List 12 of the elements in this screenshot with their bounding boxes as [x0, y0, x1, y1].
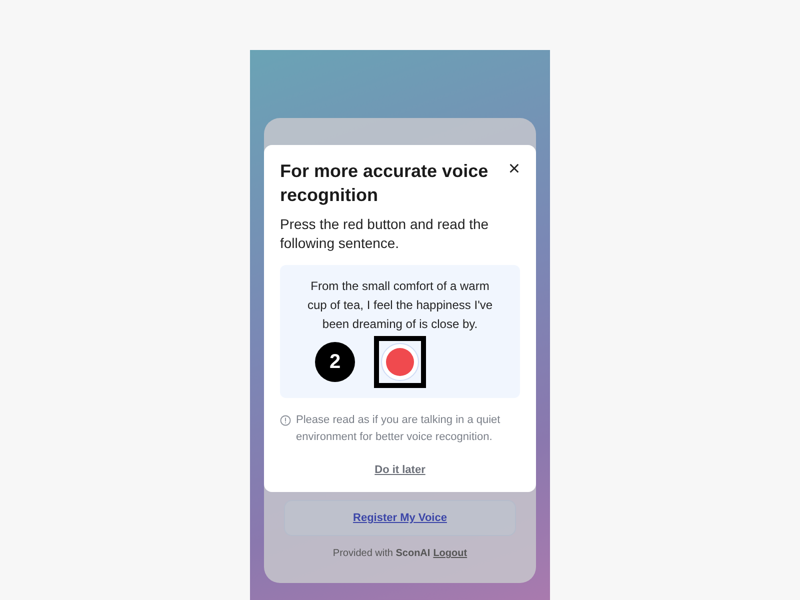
dialog-title: For more accurate voice recognition: [280, 160, 490, 207]
register-voice-button[interactable]: Register My Voice: [284, 500, 516, 536]
logout-link[interactable]: Logout: [433, 548, 468, 559]
close-button[interactable]: ×: [508, 159, 520, 179]
step-badge: 2: [315, 342, 355, 382]
provided-with-text: Provided with SconAI: [332, 548, 430, 559]
do-it-later-link[interactable]: Do it later: [374, 464, 426, 476]
info-icon: [280, 415, 291, 426]
sentence-text: From the small comfort of a warm cup of tea, I feel the happiness I've been dreaming of is close by.: [306, 278, 494, 333]
record-button[interactable]: [381, 343, 419, 381]
note-text: Please read as if you are talking in a quiet environment for better voice recognition.: [296, 413, 502, 445]
instruction-text: Press the red button and read the following sentence.: [280, 215, 490, 253]
